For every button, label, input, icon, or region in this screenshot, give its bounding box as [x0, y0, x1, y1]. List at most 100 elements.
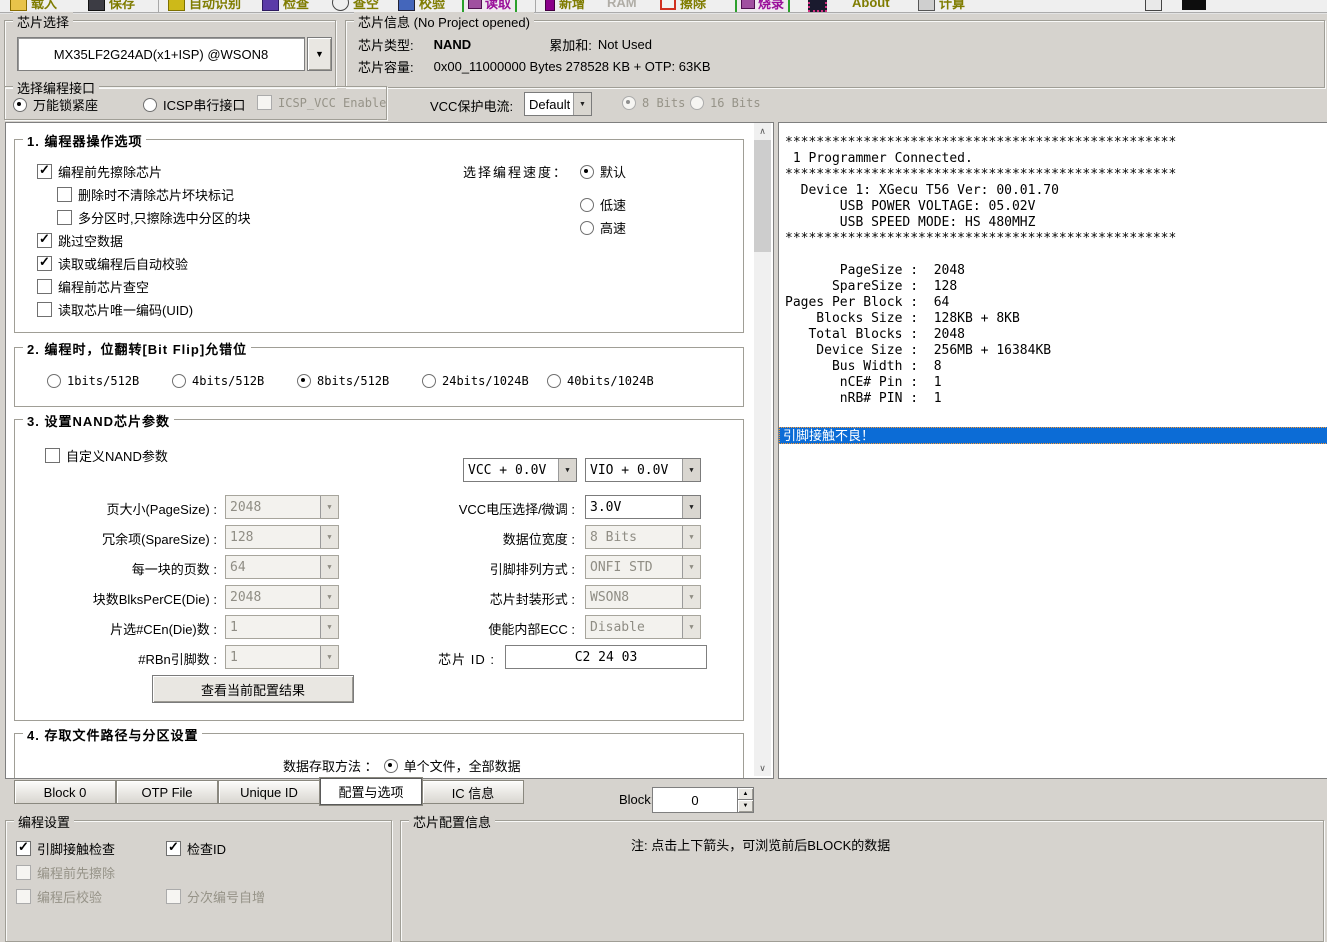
vcc-voltage-label: VCC电压选择/微调 : [265, 499, 575, 518]
chevron-down-icon: ▼ [573, 93, 591, 115]
vcc-offset-combo[interactable]: VCC + 0.0V▼ [463, 458, 577, 482]
power-icon [1182, 0, 1206, 10]
speed-label: 选择编程速度： [463, 162, 568, 181]
chip-info-group: 芯片信息 (No Project opened) 芯片类型: NAND 累加和:… [345, 20, 1325, 88]
chip-capacity-label: 芯片容量: [358, 57, 414, 76]
radio-icon [580, 221, 594, 235]
tab-block0[interactable]: Block 0 [14, 780, 116, 804]
radio-icon [547, 374, 561, 388]
interface-group: 选择编程接口 万能锁紧座 ICSP串行接口 ICSP_VCC Enable [4, 86, 387, 120]
icsp-radio[interactable]: ICSP串行接口 [143, 95, 245, 114]
bus-width-label: 数据位宽度 : [265, 529, 575, 548]
tab-otp-file[interactable]: OTP File [116, 780, 218, 804]
vcc-protect-label: VCC保护电流: [430, 96, 513, 115]
tab-config-options[interactable]: 配置与选项 [320, 778, 422, 805]
radio-icon[interactable] [384, 759, 398, 773]
keep-badblock-mark-checkbox[interactable]: 删除时不清除芯片坏块标记 [57, 185, 234, 204]
chip-config-info-group: 芯片配置信息 注: 点击上下箭头，可浏览前后BLOCK的数据 [400, 820, 1324, 942]
chevron-down-icon: ▼ [315, 49, 324, 59]
socket-radio[interactable]: 万能锁紧座 [13, 95, 98, 114]
chip-id-field[interactable]: C2 24 03 [505, 645, 707, 669]
erase-selected-partition-checkbox[interactable]: 多分区时,只擦除选中分区的块 [57, 208, 251, 227]
program-settings-group: 编程设置 引脚接触检查 检查ID 编程前先擦除 编程后校验 分次编号自增 [5, 820, 392, 942]
view-config-button[interactable]: 查看当前配置结果 [152, 675, 354, 703]
speed-low-radio[interactable]: 低速 [580, 195, 626, 214]
open-folder-icon [10, 0, 27, 11]
radio-icon [690, 96, 704, 110]
checkbox-icon [37, 233, 52, 248]
checkbox-icon [37, 164, 52, 179]
scroll-up-icon[interactable]: ∧ [754, 123, 771, 139]
chip-select-title: 芯片选择 [13, 12, 73, 31]
checkbox-icon [57, 187, 72, 202]
speed-default-radio[interactable]: 默认 [580, 162, 626, 181]
pin-layout-combo: ONFI STD▼ [585, 555, 701, 579]
chip-select-dropdown-button[interactable]: ▼ [307, 37, 332, 71]
read-uid-checkbox[interactable]: 读取芯片唯一编码(UID) [37, 300, 193, 319]
vio-offset-combo[interactable]: VIO + 0.0V▼ [585, 458, 701, 482]
vcc-protect-combo[interactable]: Default▼ [524, 92, 592, 116]
verify-after-checkbox: 编程后校验 [16, 887, 102, 906]
section4-group: 4. 存取文件路径与分区设置 数据存取方法 ： 单个文件，全部数据 [14, 733, 744, 779]
radio-icon [580, 165, 594, 179]
skip-blank-data-checkbox[interactable]: 跳过空数据 [37, 231, 123, 250]
chip-type-row: 芯片类型: NAND 累加和: Not Used [358, 35, 652, 54]
bitflip-4bits-radio[interactable]: 4bits/512B [172, 374, 264, 388]
serial-increment-checkbox: 分次编号自增 [166, 887, 265, 906]
verify-icon [398, 0, 415, 11]
bitflip-1bits-radio[interactable]: 1bits/512B [47, 374, 139, 388]
checkbox-icon [37, 279, 52, 294]
program-chip-icon [741, 0, 755, 9]
chevron-down-icon: ▼ [682, 526, 700, 548]
checkbox-icon [57, 210, 72, 225]
toolbar-separator [158, 0, 159, 12]
chip-type-label: 芯片类型: [358, 35, 414, 54]
checkbox-icon [166, 889, 181, 904]
checkbox-icon [45, 448, 60, 463]
custom-nand-checkbox[interactable]: 自定义NAND参数 [45, 446, 168, 465]
block-spinner: ▲ ▼ [737, 787, 752, 811]
checkbox-icon [37, 256, 52, 271]
pin-layout-label: 引脚排列方式 : [265, 559, 575, 578]
block-number-input[interactable]: 0 [652, 787, 738, 813]
chevron-down-icon: ▼ [558, 459, 576, 481]
rbn-count-label: #RBn引脚数 : [15, 649, 217, 668]
blank-check-before-program-checkbox[interactable]: 编程前芯片查空 [37, 277, 149, 296]
scrollbar-thumb[interactable] [754, 140, 771, 252]
radio-icon [143, 98, 157, 112]
section1-title: 1. 编程器操作选项 [23, 131, 146, 150]
scroll-down-icon[interactable]: ∨ [754, 760, 771, 776]
bitflip-40bits-radio[interactable]: 40bits/1024B [547, 374, 654, 388]
icsp-vcc-checkbox: ICSP_VCC Enable [257, 95, 386, 110]
checkbox-icon [16, 865, 31, 880]
radio-icon [297, 374, 311, 388]
chip-select-value[interactable]: MX35LF2G24AD(x1+ISP) @WSON8 [17, 37, 305, 71]
chevron-down-icon: ▼ [682, 556, 700, 578]
radio-icon [172, 374, 186, 388]
erase-first-checkbox: 编程前先擦除 [16, 863, 115, 882]
options-scrollbar[interactable]: ∧ ∨ [754, 123, 771, 776]
tab-unique-id[interactable]: Unique ID [218, 780, 320, 804]
check-ic-icon [262, 0, 279, 11]
speed-high-radio[interactable]: 高速 [580, 218, 626, 237]
checkbox-icon [257, 95, 272, 110]
erase-before-program-checkbox[interactable]: 编程前先擦除芯片 [37, 162, 162, 181]
section2-group: 2. 编程时，位翻转[Bit Flip]允错位 1bits/512B 4bits… [14, 347, 744, 407]
options-panel: 1. 编程器操作选项 编程前先擦除芯片 删除时不清除芯片坏块标记 多分区时,只擦… [5, 122, 774, 779]
pin-contact-check-checkbox[interactable]: 引脚接触检查 [16, 839, 115, 858]
vcc-voltage-combo[interactable]: 3.0V▼ [585, 495, 701, 519]
bitflip-24bits-radio[interactable]: 24bits/1024B [422, 374, 529, 388]
chip-info-title: 芯片信息 (No Project opened) [354, 12, 534, 31]
floppy-icon [88, 0, 105, 11]
tab-ic-info[interactable]: IC 信息 [422, 780, 524, 804]
block-label: Block: [619, 792, 654, 807]
checksum-value: Not Used [598, 37, 652, 52]
xgpro-t56-window: { "toolbar": { "items": [ {"label":"载入"}… [0, 0, 1327, 894]
spin-down-icon[interactable]: ▼ [737, 799, 754, 813]
auto-verify-checkbox[interactable]: 读取或编程后自动校验 [37, 254, 188, 273]
pin-contact-error-line[interactable]: 引脚接触不良！ [779, 427, 1327, 444]
package-combo: WSON8▼ [585, 585, 701, 609]
check-id-checkbox[interactable]: 检查ID [166, 839, 226, 858]
bitflip-8bits-radio[interactable]: 8bits/512B [297, 374, 389, 388]
radio-icon [47, 374, 61, 388]
